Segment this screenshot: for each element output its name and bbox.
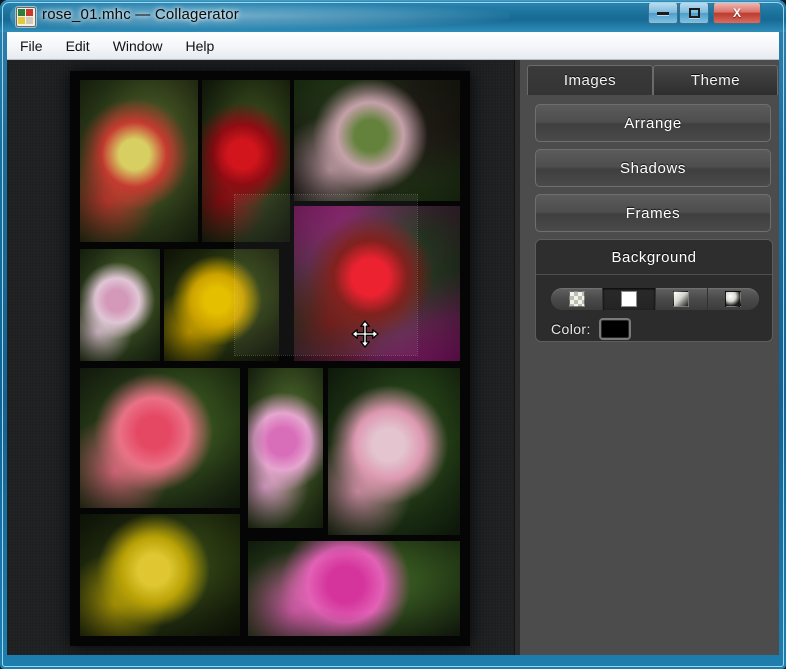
tab-theme[interactable]: Theme — [653, 65, 778, 95]
background-group-title: Background — [536, 240, 772, 275]
solid-square-icon — [620, 291, 637, 307]
collage-canvas[interactable] — [7, 60, 514, 655]
arrange-button[interactable]: Arrange — [535, 104, 771, 142]
collage-photo-garden-fountain-bowl[interactable] — [294, 80, 460, 201]
tab-images[interactable]: Images — [527, 65, 653, 95]
menu-bar: File Edit Window Help — [7, 32, 779, 60]
collage-photo-red-rose-closeup[interactable] — [202, 80, 290, 242]
photo-vignette — [80, 249, 160, 361]
panel-tabs: Images Theme — [527, 65, 778, 95]
photo-vignette — [294, 80, 460, 201]
linear-gradient-option[interactable] — [654, 288, 707, 310]
photo-vignette — [248, 541, 460, 636]
menu-item-edit[interactable]: Edit — [56, 35, 100, 57]
minimize-button[interactable] — [648, 2, 678, 24]
photo-vignette — [202, 80, 290, 242]
maximize-button[interactable] — [679, 2, 709, 24]
photo-vignette — [328, 368, 460, 535]
maximize-icon — [680, 3, 708, 23]
photo-vignette — [80, 80, 198, 242]
photo-vignette — [294, 206, 460, 361]
collage-photo-pink-rose-pale[interactable] — [80, 249, 160, 361]
collage-photo-yellow-rose-large[interactable] — [164, 249, 279, 361]
collage-photo-pale-pink-camellia[interactable] — [328, 368, 460, 535]
client-area: Images Theme Arrange Shadows Frames Back… — [7, 60, 779, 655]
linear-gradient-icon — [673, 291, 690, 307]
collage-photo-red-rose-on-pink-flowers[interactable] — [294, 206, 460, 361]
side-panel: Images Theme Arrange Shadows Frames Back… — [520, 60, 779, 655]
close-button[interactable]: X — [713, 2, 761, 24]
window-title: rose_01.mhc — Collagerator — [42, 6, 239, 23]
photo-vignette — [248, 368, 323, 528]
collage-app-icon — [16, 7, 36, 27]
collage-photo-magenta-pentas-closeup[interactable] — [248, 541, 460, 636]
background-type-segmented-control — [551, 288, 759, 310]
shadows-button[interactable]: Shadows — [535, 149, 771, 187]
frames-button[interactable]: Frames — [535, 194, 771, 232]
transparent-checker-option[interactable] — [551, 288, 602, 310]
collage-photo-two-pink-roses-bush[interactable] — [80, 368, 240, 508]
photo-vignette — [80, 368, 240, 508]
background-group: Background Color: — [535, 239, 773, 342]
collage-photo-yellow-rose-bush[interactable] — [80, 514, 240, 636]
background-color-row: Color: — [551, 318, 631, 340]
images-tab-panel: Arrange Shadows Frames Background Color: — [527, 95, 778, 650]
title-bar[interactable]: rose_01.mhc — Collagerator X — [0, 0, 786, 32]
menu-item-window[interactable]: Window — [103, 35, 173, 57]
menu-item-help[interactable]: Help — [175, 35, 224, 57]
photo-vignette — [80, 514, 240, 636]
minimize-icon — [649, 3, 677, 23]
checkerboard-icon — [568, 291, 585, 307]
menu-item-file[interactable]: File — [10, 35, 53, 57]
solid-color-option[interactable] — [602, 288, 655, 310]
close-icon: X — [732, 6, 741, 20]
photo-vignette — [164, 249, 279, 361]
radial-gradient-option[interactable] — [706, 288, 759, 310]
radial-gradient-icon — [725, 291, 742, 307]
collage-sheet[interactable] — [70, 71, 470, 646]
color-label: Color: — [551, 321, 591, 337]
application-window: rose_01.mhc — Collagerator X File Edit W… — [0, 0, 786, 669]
collage-photo-yellow-rose-with-bee[interactable] — [80, 80, 198, 242]
collage-photo-pink-pentas-cluster[interactable] — [248, 368, 323, 528]
background-color-swatch[interactable] — [598, 318, 631, 340]
